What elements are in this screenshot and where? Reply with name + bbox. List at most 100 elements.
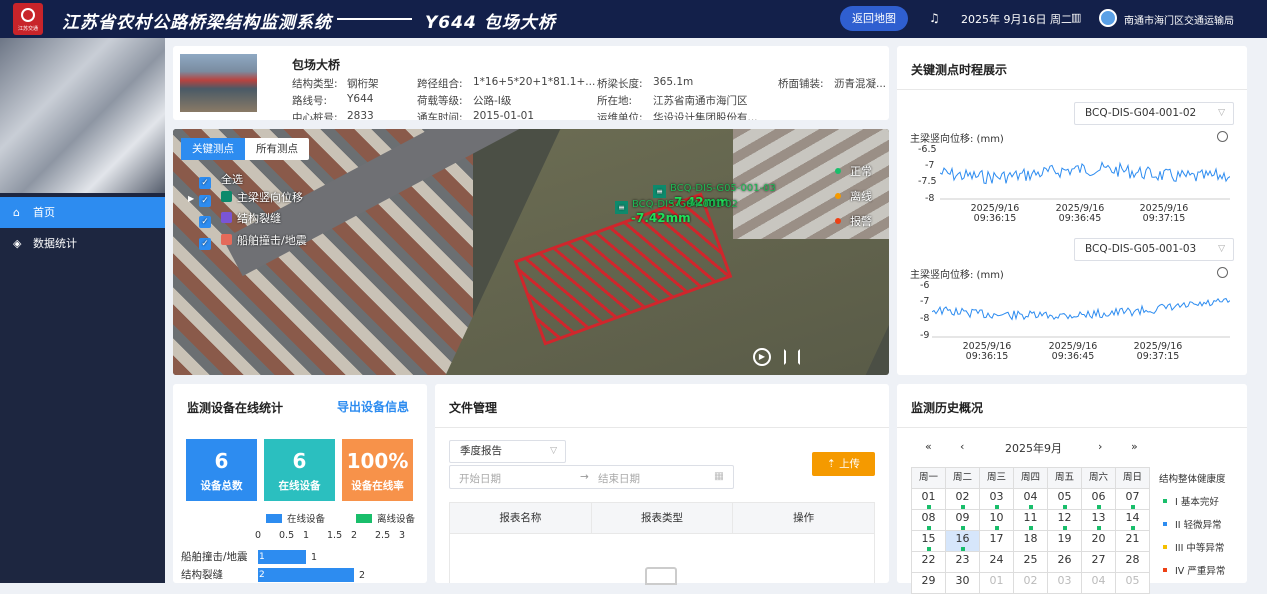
legend-normal: 正常 [835,163,872,179]
calendar-day[interactable]: 14 [1116,510,1150,531]
filter-select-all[interactable]: ✓ 全选 [199,173,243,189]
upload-button[interactable]: ⇡ 上传 [812,452,875,476]
calendar-day[interactable]: 05 [1116,573,1150,594]
calendar-day[interactable]: 03 [980,489,1014,510]
calendar-day[interactable]: 20 [1082,531,1116,552]
prev-month-button[interactable]: ‹ [960,440,964,453]
card-title: 关键测点时程展示 [911,63,1008,77]
date-range-picker[interactable]: 开始日期 → 结束日期 ▦ [449,465,734,489]
health-status-dot [927,526,931,530]
back-to-map-button[interactable]: 返回地图 [840,6,908,31]
calendar-day[interactable]: 12 [1048,510,1082,531]
card-title: 监测历史概况 [911,401,984,415]
calendar-day[interactable]: 22 [912,552,946,573]
y-tick: -7.5 [918,176,937,187]
fullscreen-icon[interactable] [784,349,800,365]
y-tick: -8 [925,193,935,204]
tab-key-points[interactable]: 关键测点 [181,138,245,160]
sidebar-banner-image [0,38,165,193]
calendar-day[interactable]: 24 [980,552,1014,573]
sensor-icon: ≡ [615,201,628,214]
title-divider [337,18,412,20]
calendar-day[interactable]: 26 [1048,552,1082,573]
calendar-day[interactable]: 29 [912,573,946,594]
settings-icon[interactable] [1217,267,1228,278]
sidebar-item-statistics[interactable]: ◈ 数据统计 [0,228,165,259]
filter-vertical-displacement[interactable]: ✓ 主梁竖向位移 [199,191,303,207]
calendar-day[interactable]: 10 [980,510,1014,531]
calendar-day[interactable]: 03 [1048,573,1082,594]
x-tick: 2 [351,530,358,541]
calendar-day[interactable]: 01 [980,573,1014,594]
report-type-select[interactable]: 季度报告 ▽ [449,440,566,463]
weekday-header: 周五 [1048,468,1082,489]
health-status-dot [1097,505,1101,509]
calendar-day[interactable]: 06 [1082,489,1116,510]
y-axis-label: 主梁竖向位移: (mm) [910,134,1004,145]
calendar-day[interactable]: 16 [946,531,980,552]
sidebar-item-label: 数据统计 [33,237,77,250]
sidebar-item-home[interactable]: ⌂ 首页 [0,197,165,228]
calendar-day[interactable]: 17 [980,531,1014,552]
calendar-day[interactable]: 19 [1048,531,1082,552]
calendar-day[interactable]: 07 [1116,489,1150,510]
prev-year-button[interactable]: « [925,440,932,453]
calendar-day[interactable]: 09 [946,510,980,531]
bar-category-label: 结构裂缝 [181,569,223,581]
arrow-icon: → [580,471,589,483]
calendar-day[interactable]: 18 [1014,531,1048,552]
logo: 江苏交通 [13,3,43,35]
calendar-day[interactable]: 25 [1014,552,1048,573]
empty-inbox-icon [645,567,677,585]
column-header: 操作 [793,512,815,524]
calendar-month-title: 2025年9月 [1005,442,1062,455]
health-status-dot [995,505,999,509]
calendar-icon: ▦ [714,470,724,482]
info-label: 路线号: [292,95,328,107]
calendar-icon[interactable]: ▥ [1071,11,1081,24]
calendar-day[interactable]: 04 [1082,573,1116,594]
calendar-day[interactable]: 28 [1116,552,1150,573]
table-body [449,534,875,585]
tab-all-points[interactable]: 所有测点 [245,138,309,160]
calendar-day[interactable]: 02 [1014,573,1048,594]
bell-icon[interactable]: ♫ [929,11,940,25]
calendar-day[interactable]: 27 [1082,552,1116,573]
calendar-day[interactable]: 02 [946,489,980,510]
settings-icon[interactable] [1217,131,1228,142]
calendar-day[interactable]: 04 [1014,489,1048,510]
start-date-input[interactable]: 开始日期 [459,471,501,486]
legend-offline: 离线设备 [356,511,415,525]
calendar-day[interactable]: 23 [946,552,980,573]
calendar-day[interactable]: 15 [912,531,946,552]
expand-arrow-icon[interactable]: ▶ [188,194,194,203]
bridge-aerial-view[interactable]: 关键测点 所有测点 ✓ 全选 ▶ ✓ 主梁竖向位移 ✓ 结构裂缝 ✓ 船舶撞击/地震 正… [173,129,889,375]
calendar-day[interactable]: 05 [1048,489,1082,510]
checkbox-checked-icon: ✓ [199,238,211,250]
calendar-day[interactable]: 21 [1116,531,1150,552]
table-header: 报表名称 报表类型 操作 [449,502,875,534]
info-value: 公路-I级 [473,95,512,107]
sensor-select-2[interactable]: BCQ-DIS-G05-001-03 ▽ [1074,238,1234,261]
calendar-day[interactable]: 30 [946,573,980,594]
filter-ship-collision[interactable]: ✓ 船舶撞击/地震 [199,234,307,250]
calendar-day[interactable]: 11 [1014,510,1048,531]
weekday-header: 周一 [912,468,946,489]
next-year-button[interactable]: » [1131,440,1138,453]
filter-structural-crack[interactable]: ✓ 结构裂缝 [199,212,281,228]
info-value: 1*16+5*20+1*81.1+... [473,76,596,88]
health-status-dot [1063,526,1067,530]
calendar-day[interactable]: 08 [912,510,946,531]
x-tick: 0 [255,530,262,541]
end-date-input[interactable]: 结束日期 [598,471,640,486]
weekday-header: 周二 [946,468,980,489]
filter-label: 船舶撞击/地震 [237,234,307,247]
play-icon[interactable]: ▶ [753,348,771,366]
sensor-select-1[interactable]: BCQ-DIS-G04-001-02 ▽ [1074,102,1234,125]
export-device-info-link[interactable]: 导出设备信息 [337,398,409,415]
next-month-button[interactable]: › [1098,440,1102,453]
calendar-day[interactable]: 01 [912,489,946,510]
x-tick: 2025/9/16 09:37:15 [1139,203,1189,224]
calendar-day[interactable]: 13 [1082,510,1116,531]
home-icon: ⌂ [13,206,20,219]
